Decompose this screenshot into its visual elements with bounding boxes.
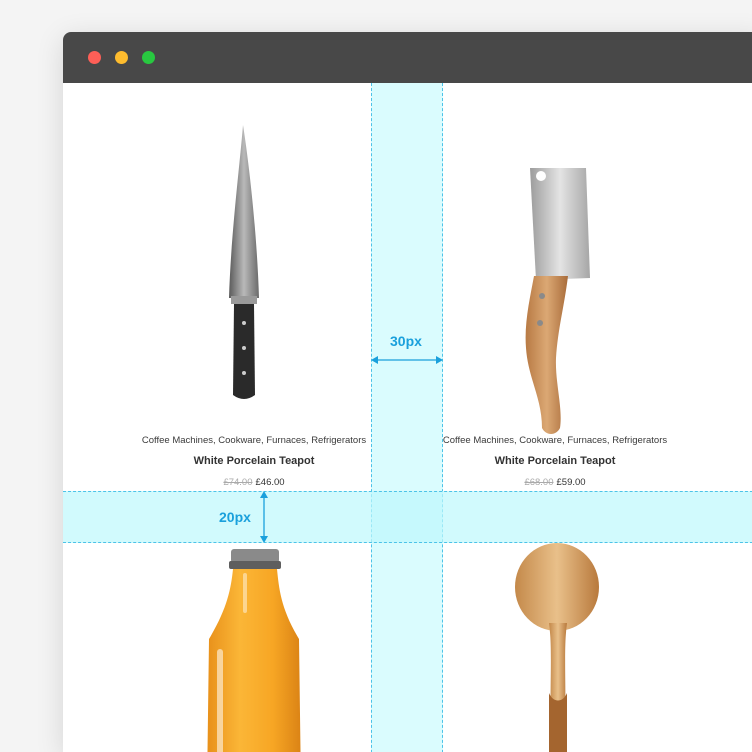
product-categories: Coffee Machines, Cookware, Furnaces, Ref… — [442, 435, 668, 446]
sale-price: £46.00 — [255, 477, 285, 488]
wooden-spoon-icon — [515, 543, 599, 752]
column-gap-arrow-icon — [371, 356, 443, 364]
row-gap-overlay — [63, 491, 752, 543]
product-categories: Coffee Machines, Cookware, Furnaces, Ref… — [141, 435, 367, 446]
chef-knife-icon — [229, 125, 259, 399]
old-price: £74.00 — [223, 477, 253, 488]
cleaver-knife-icon — [525, 168, 590, 434]
column-gap-label: 30px — [390, 333, 422, 349]
product-price-line: £68.00 £59.00 — [425, 477, 685, 488]
sale-price: £59.00 — [556, 477, 586, 488]
old-price: £68.00 — [524, 477, 554, 488]
product-price-line: £74.00 £46.00 — [124, 477, 384, 488]
column-gap-overlay — [371, 83, 443, 752]
minimize-window-button[interactable] — [115, 51, 128, 64]
close-window-button[interactable] — [88, 51, 101, 64]
product-title[interactable]: White Porcelain Teapot — [124, 455, 384, 467]
window-titlebar — [63, 32, 752, 83]
juice-bottle-icon — [207, 549, 301, 752]
product-title[interactable]: White Porcelain Teapot — [425, 455, 685, 467]
maximize-window-button[interactable] — [142, 51, 155, 64]
product-grid: 30px 20px Coffee Machines, Cookware, Fur… — [63, 83, 752, 752]
browser-window: 30px 20px Coffee Machines, Cookware, Fur… — [63, 32, 752, 752]
row-gap-label: 20px — [219, 509, 251, 525]
row-gap-arrow-icon — [260, 491, 268, 543]
